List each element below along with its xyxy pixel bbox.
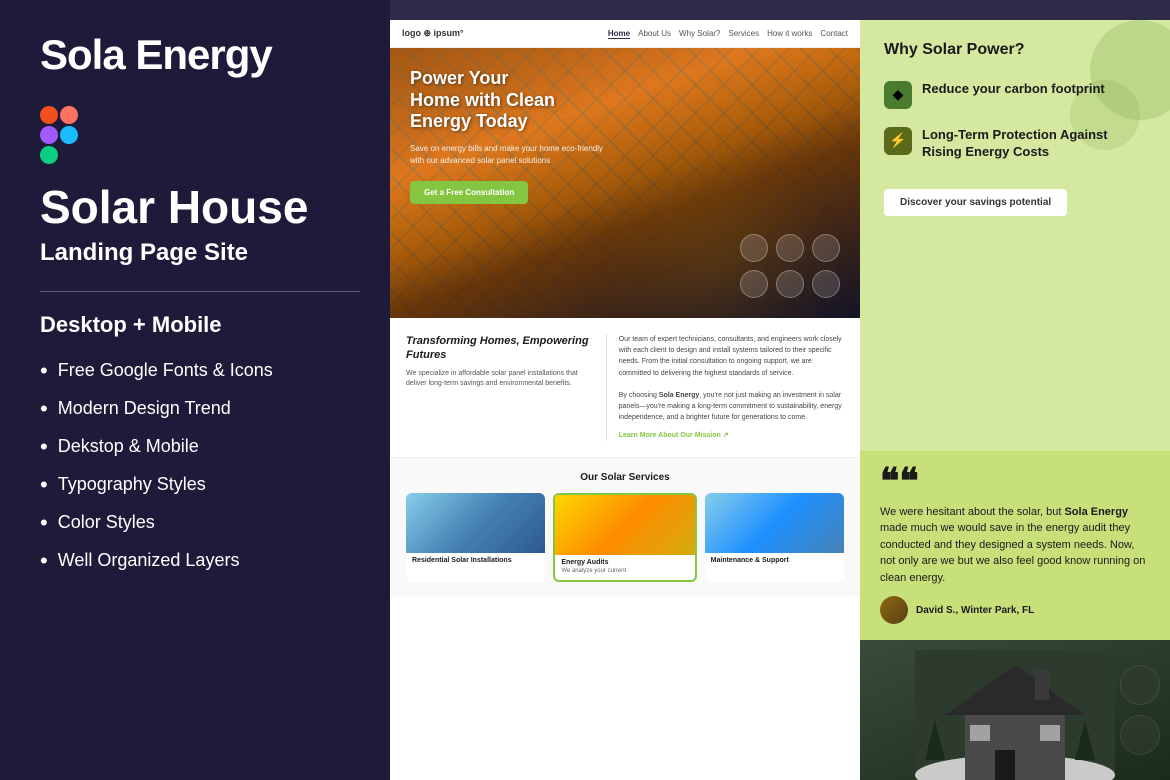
service-img-1 (406, 493, 545, 553)
service-card-1: Residential Solar Installations (406, 493, 545, 582)
services-section: Our Solar Services Residential Solar Ins… (390, 458, 860, 596)
house-svg (915, 650, 1115, 780)
feature-item-2: ⚡ Long-Term Protection Against Rising En… (884, 127, 1146, 161)
figma-dot-orange (60, 106, 78, 124)
author-name: David S., Winter Park, FL (916, 605, 1034, 616)
service-img-2 (555, 495, 694, 555)
figma-dot-blue (60, 126, 78, 144)
left-panel: Sola Energy Solar House Landing Page Sit… (0, 0, 390, 780)
diamond-icon: ◆ (884, 81, 912, 109)
circle-deco (740, 234, 768, 262)
lightning-icon: ⚡ (884, 127, 912, 155)
about-title: Transforming Homes, Empowering Futures (406, 334, 594, 363)
testimonial-text-before: We were hesitant about the solar, but (880, 506, 1064, 518)
about-divider (606, 334, 607, 441)
list-item: Well Organized Layers (40, 548, 350, 574)
service-label-2: Energy Audits (555, 555, 694, 568)
testimonial-author: David S., Winter Park, FL (880, 596, 1150, 624)
divider (40, 291, 360, 292)
feature-text-2: Long-Term Protection Against Rising Ener… (922, 127, 1146, 161)
circle-deco (812, 234, 840, 262)
list-item: Free Google Fonts & Icons (40, 358, 350, 384)
figma-dot-green (40, 146, 58, 164)
browser-bar: logo ⊕ ipsum° Home About Us Why Solar? S… (390, 20, 860, 48)
service-label-1: Residential Solar Installations (406, 553, 545, 566)
nav-home[interactable]: Home (608, 29, 630, 39)
nav-contact[interactable]: Contact (820, 29, 848, 39)
circles-decoration (740, 234, 840, 298)
services-title: Our Solar Services (406, 472, 844, 483)
right-info-panel: Why Solar Power? ◆ Reduce your carbon fo… (860, 20, 1170, 780)
nav-links: Home About Us Why Solar? Services How it… (608, 29, 848, 39)
dark-circle (1120, 665, 1160, 705)
hero-section: Power Your Home with Clean Energy Today … (390, 48, 860, 318)
figma-icon (40, 106, 80, 162)
testimonial-section: ❝❝ We were hesitant about the solar, but… (860, 451, 1170, 640)
hero-content: Power Your Home with Clean Energy Today … (410, 68, 610, 204)
testimonial-text-after: made much we would save in the energy au… (880, 522, 1145, 584)
hero-subtitle: Save on energy bills and make your home … (410, 143, 610, 167)
feature-item-1: ◆ Reduce your carbon footprint (884, 81, 1146, 109)
author-avatar (880, 596, 908, 624)
testimonial-text: We were hesitant about the solar, but So… (880, 504, 1150, 587)
service-img-3 (705, 493, 844, 553)
product-title: Solar House (40, 182, 350, 233)
circle-deco (776, 234, 804, 262)
dark-circle (1120, 715, 1160, 755)
quote-mark: ❝❝ (880, 467, 1150, 496)
about-title-italic: Transforming (406, 335, 477, 347)
about-body-text: Our team of expert technicians, consulta… (619, 336, 842, 421)
green-section: Why Solar Power? ◆ Reduce your carbon fo… (860, 20, 1170, 451)
platform-label: Desktop + Mobile (40, 312, 350, 338)
about-section: Transforming Homes, Empowering Futures W… (390, 318, 860, 458)
list-item: Typography Styles (40, 472, 350, 498)
service-label-3: Maintenance & Support (705, 553, 844, 566)
service-card-2: Energy Audits We analyze your current (553, 493, 696, 582)
nav-services[interactable]: Services (728, 29, 759, 39)
right-side: logo ⊕ ipsum° Home About Us Why Solar? S… (390, 0, 1170, 780)
about-desc: We specialize in affordable solar panel … (406, 369, 594, 390)
list-item: Dekstop & Mobile (40, 434, 350, 460)
discover-button[interactable]: Discover your savings potential (884, 189, 1067, 216)
features-list: Free Google Fonts & Icons Modern Design … (40, 358, 350, 574)
about-left: Transforming Homes, Empowering Futures W… (406, 334, 594, 441)
middle-row: logo ⊕ ipsum° Home About Us Why Solar? S… (390, 20, 1170, 780)
list-item: Modern Design Trend (40, 396, 350, 422)
service-desc-2: We analyze your current (555, 568, 694, 580)
brand-name-mention: Sola Energy (1064, 506, 1128, 518)
figma-dot-purple (40, 126, 58, 144)
brand-title: Sola Energy (40, 32, 350, 78)
product-subtitle: Landing Page Site (40, 239, 350, 267)
circle-deco (812, 270, 840, 298)
hero-title: Power Your Home with Clean Energy Today (410, 68, 610, 133)
learn-more-link[interactable]: Learn More About Our Mission ↗ (619, 430, 844, 441)
hero-title-line3: Energy Today (410, 111, 528, 131)
circle-deco (740, 270, 768, 298)
bottom-dark-section (860, 640, 1170, 780)
nav-why[interactable]: Why Solar? (679, 29, 720, 39)
hero-title-line1: Power Your (410, 68, 508, 88)
site-logo: logo ⊕ ipsum° (402, 28, 464, 39)
feature-text-1: Reduce your carbon footprint (922, 81, 1105, 98)
circle-deco (776, 270, 804, 298)
website-mockup: logo ⊕ ipsum° Home About Us Why Solar? S… (390, 20, 860, 780)
list-item: Color Styles (40, 510, 350, 536)
nav-how[interactable]: How it works (767, 29, 812, 39)
cta-button[interactable]: Get a Free Consultation (410, 181, 528, 204)
dark-circles-decoration (1110, 640, 1170, 780)
about-right: Our team of expert technicians, consulta… (619, 334, 844, 441)
figma-dot-red (40, 106, 58, 124)
nav-about[interactable]: About Us (638, 29, 671, 39)
top-strip (390, 0, 1170, 20)
service-card-3: Maintenance & Support (705, 493, 844, 582)
hero-title-line2: Home with Clean (410, 90, 555, 110)
green-section-title: Why Solar Power? (884, 40, 1146, 61)
services-grid: Residential Solar Installations Energy A… (406, 493, 844, 582)
